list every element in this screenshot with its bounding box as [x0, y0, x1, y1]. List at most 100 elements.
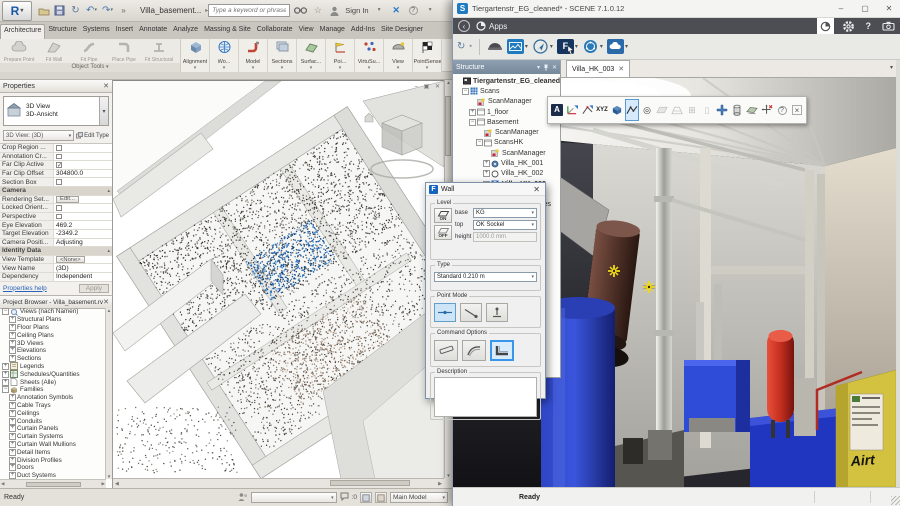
- undo-button[interactable]: ↶▾: [85, 4, 98, 18]
- description-textarea[interactable]: [434, 377, 537, 417]
- value-button[interactable]: Edit...: [56, 196, 79, 203]
- tree-item-schedules-quantities[interactable]: +Schedules/Quantities: [0, 370, 106, 378]
- level-on-button[interactable]: ON: [434, 208, 452, 223]
- scrollbar-thumb[interactable]: [330, 480, 410, 486]
- tree-item-detail-items[interactable]: +Detail Items: [0, 448, 106, 456]
- panorama-view-button[interactable]: ▾: [507, 39, 528, 54]
- ribbon-panel-surfac[interactable]: Surfac...▾: [297, 39, 326, 72]
- chevron-down-icon[interactable]: ▾: [397, 65, 400, 71]
- chevron-down-icon[interactable]: ▾: [525, 43, 528, 50]
- expand-expand-icon[interactable]: +: [9, 464, 16, 471]
- chevron-down-icon[interactable]: ▾: [252, 65, 255, 71]
- collapse-icon[interactable]: ▴: [107, 248, 112, 254]
- property-value[interactable]: [54, 178, 112, 186]
- expand-expand-icon[interactable]: +: [9, 457, 16, 464]
- ribbon-tab-site-designer[interactable]: Site Designer: [378, 24, 426, 39]
- pointcloud-export-button[interactable]: ▾: [607, 39, 628, 54]
- ribbon-tab-manage[interactable]: Manage: [317, 24, 348, 39]
- tree-item-basement[interactable]: −Basement: [453, 117, 560, 127]
- model-box[interactable]: [610, 99, 624, 121]
- point-mode-drop-button[interactable]: [486, 303, 508, 322]
- view-window-controls[interactable]: ‒ ▣ ✕: [415, 83, 442, 90]
- tree-item-division-profiles[interactable]: +Division Profiles: [0, 456, 106, 464]
- ribbon-tab-insert[interactable]: Insert: [113, 24, 137, 39]
- polyline-tool[interactable]: [625, 99, 639, 121]
- expand-expand-icon[interactable]: +: [9, 441, 16, 448]
- tree-item-villa-hk-002[interactable]: +Villa_HK_002: [453, 169, 560, 179]
- ribbon-tab-structure[interactable]: Structure: [45, 24, 79, 39]
- expand-expand-icon[interactable]: +: [9, 394, 16, 401]
- editing-requests-icon[interactable]: [340, 492, 349, 503]
- tree-item-scanmanager[interactable]: ScanManager: [453, 97, 560, 107]
- ribbon-tab-analyze[interactable]: Analyze: [170, 24, 201, 39]
- ribbon-tab-add-ins[interactable]: Add-Ins: [348, 24, 378, 39]
- slab-tool[interactable]: [745, 99, 759, 121]
- point-mode-axis-button[interactable]: [434, 303, 456, 322]
- corner-wall-button[interactable]: [490, 340, 514, 361]
- chevron-down-icon[interactable]: ▾: [600, 43, 603, 50]
- tree-item-sheets-alle[interactable]: +Sheets (Alle): [0, 378, 106, 386]
- minimize-button[interactable]: –: [829, 0, 853, 18]
- checkbox[interactable]: [56, 205, 62, 211]
- property-value[interactable]: [54, 144, 112, 152]
- height-input[interactable]: 1000.0 mm: [473, 232, 537, 242]
- property-value[interactable]: Edit...: [54, 196, 112, 204]
- property-value[interactable]: [54, 161, 112, 169]
- scrollbar-thumb[interactable]: [26, 482, 81, 487]
- tool-fit-wall[interactable]: Fit Wall: [37, 40, 71, 64]
- ribbon-tab-massing-site[interactable]: Massing & Site: [201, 24, 254, 39]
- resize-grip[interactable]: [891, 496, 900, 505]
- object-tools-label[interactable]: Object Tools ▾: [0, 63, 180, 72]
- base-level-select[interactable]: KG▾: [473, 208, 537, 218]
- revit-3d-view[interactable]: ‒ ▣ ✕: [113, 80, 444, 478]
- tree-item-1-floor[interactable]: +1_floor: [453, 107, 560, 117]
- checkbox[interactable]: [56, 154, 62, 160]
- vr-headset-button[interactable]: [487, 40, 503, 53]
- chevron-down-icon[interactable]: ▾: [550, 43, 553, 50]
- favorites-star-icon[interactable]: ☆: [311, 4, 324, 18]
- active-workset-select[interactable]: ▾: [251, 492, 337, 503]
- apply-button[interactable]: Apply: [79, 284, 109, 293]
- chevron-down-icon[interactable]: ▾: [310, 65, 313, 71]
- tree-item-curtain-wall-mullions[interactable]: +Curtain Wall Mullions: [0, 441, 106, 449]
- tree-item-3d-views[interactable]: +3D Views: [0, 339, 106, 347]
- checkbox[interactable]: [56, 145, 62, 151]
- tool-fit-pipe[interactable]: Fit Pipe: [72, 40, 106, 64]
- tree-item-curtain-panels[interactable]: +Curtain Panels: [0, 425, 106, 433]
- tree-item-structural-plans[interactable]: +Structural Plans: [0, 316, 106, 324]
- feedback-camera-icon[interactable]: [879, 18, 898, 34]
- search-input[interactable]: [208, 4, 290, 17]
- expand-expand-icon[interactable]: +: [9, 418, 16, 425]
- close-icon[interactable]: ✕: [531, 185, 542, 194]
- expand-expand-icon[interactable]: +: [2, 379, 9, 386]
- value-button[interactable]: <None>: [56, 256, 85, 263]
- search-icon[interactable]: [294, 4, 307, 18]
- expand-expand-icon[interactable]: +: [9, 340, 16, 347]
- chevron-down-icon[interactable]: ▾: [368, 65, 371, 71]
- ribbon-panel-sections[interactable]: Sections▾: [268, 39, 297, 72]
- tree-item-sections[interactable]: +Sections: [0, 355, 106, 363]
- level-off-button[interactable]: OFF: [434, 225, 452, 240]
- expand-expand-icon[interactable]: +: [9, 402, 16, 409]
- expand-collapse-icon[interactable]: −: [2, 386, 9, 393]
- wall-type-select[interactable]: Standard 0.210 m▾: [434, 272, 537, 282]
- expand-expand-icon[interactable]: +: [9, 332, 16, 339]
- project-browser-hscrollbar[interactable]: ◀▶: [0, 479, 106, 488]
- chevron-down-icon[interactable]: ▾: [625, 43, 628, 50]
- close-icon[interactable]: ✕: [103, 298, 109, 306]
- asbuilt-app-button[interactable]: ▪: [469, 43, 471, 50]
- expand-collapse-icon[interactable]: −: [2, 308, 9, 315]
- asbuilt-logo[interactable]: A: [550, 99, 564, 121]
- tree-item-elevations[interactable]: +Elevations: [0, 347, 106, 355]
- tree-item-annotation-symbols[interactable]: +Annotation Symbols: [0, 394, 106, 402]
- chevron-down-icon[interactable]: ▾: [424, 4, 437, 18]
- expand-expand-icon[interactable]: +: [9, 355, 16, 362]
- tree-item-curtain-systems[interactable]: +Curtain Systems: [0, 433, 106, 441]
- expand-expand-icon[interactable]: +: [483, 160, 490, 167]
- expand-collapse-icon[interactable]: −: [476, 139, 483, 146]
- tree-item-cable-trays[interactable]: +Cable Trays: [0, 402, 106, 410]
- curved-wall-button[interactable]: [462, 340, 486, 361]
- maximize-button[interactable]: ▢: [853, 0, 877, 18]
- straight-wall-button[interactable]: [434, 340, 458, 361]
- close-tab-icon[interactable]: ✕: [618, 65, 624, 73]
